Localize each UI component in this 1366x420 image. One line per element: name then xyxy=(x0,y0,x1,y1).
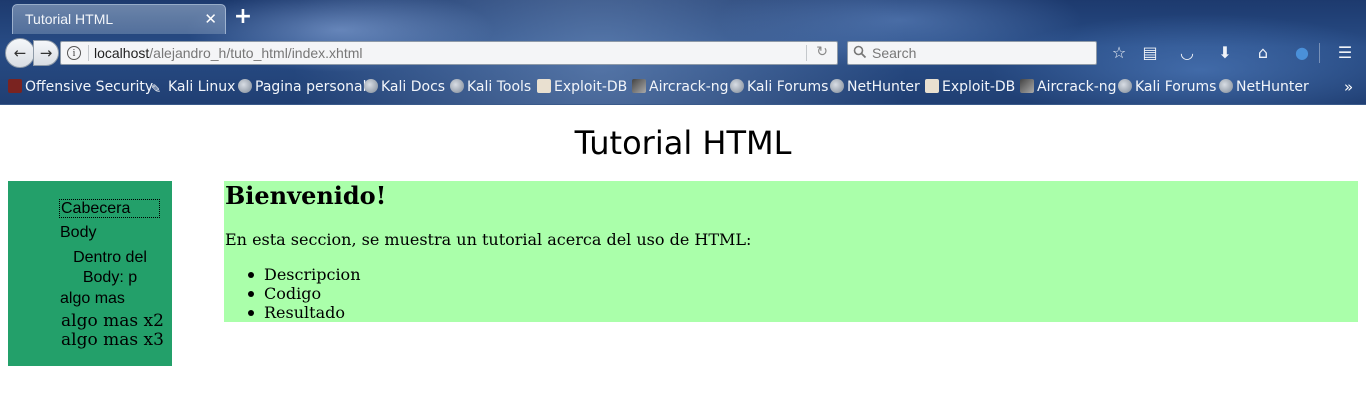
list-item: Codigo xyxy=(248,284,361,303)
bookmark-offensive-security[interactable]: Offensive Security xyxy=(8,79,153,95)
globe-icon xyxy=(830,79,844,93)
globe-icon xyxy=(364,79,378,93)
reload-icon[interactable]: ↻ xyxy=(816,44,828,60)
bookmarks-bar: Offensive Security ✎ Kali Linux Pagina pe… xyxy=(0,76,1366,100)
bookmark-kali-docs[interactable]: Kali Docs xyxy=(364,79,445,95)
page-title: Tutorial HTML xyxy=(574,124,792,162)
nav-bar: ← → i localhost/alejandro_h/tuto_html/in… xyxy=(0,36,1366,70)
welcome-heading: Bienvenido! xyxy=(225,181,387,210)
url-divider xyxy=(88,45,89,61)
url-text[interactable]: localhost/alejandro_h/tuto_html/index.xh… xyxy=(94,45,363,61)
sidebar-item-dentro-del-body[interactable]: Dentro del Body: p xyxy=(60,248,160,288)
close-icon[interactable]: ✕ xyxy=(204,10,217,28)
aircrack-icon xyxy=(1020,79,1034,93)
search-bar[interactable]: Search xyxy=(847,41,1097,65)
info-icon[interactable]: i xyxy=(67,46,81,60)
pocket-icon[interactable]: ◡ xyxy=(1177,43,1197,63)
sidebar-item-algo-mas-x3[interactable]: algo mas x3 xyxy=(61,330,164,350)
bookmark-exploit-db[interactable]: Exploit-DB xyxy=(537,79,627,95)
topics-list: Descripcion Codigo Resultado xyxy=(248,265,361,322)
globe-icon xyxy=(730,79,744,93)
bookmark-nethunter[interactable]: NetHunter xyxy=(830,79,920,95)
reload-divider xyxy=(806,45,807,61)
menu-icon[interactable]: ☰ xyxy=(1335,43,1355,63)
intro-text: En esta seccion, se muestra un tutorial … xyxy=(225,230,752,249)
globe-icon xyxy=(1219,79,1233,93)
bookmark-aircrack-ng-2[interactable]: Aircrack-ng xyxy=(1020,79,1117,95)
sidebar-nav: Cabecera Body Dentro del Body: p algo ma… xyxy=(8,181,172,366)
bullet-icon xyxy=(248,310,254,316)
bookmark-aircrack-ng[interactable]: Aircrack-ng xyxy=(632,79,729,95)
globe-icon xyxy=(450,79,464,93)
account-icon[interactable]: ● xyxy=(1292,43,1312,63)
toolbar-divider xyxy=(1319,43,1320,63)
main-section: Bienvenido! En esta seccion, se muestra … xyxy=(224,181,1358,322)
download-icon[interactable]: ⬇ xyxy=(1215,43,1235,63)
plus-icon[interactable]: + xyxy=(233,4,253,29)
url-host: localhost xyxy=(94,45,150,61)
url-path: /alejandro_h/tuto_html/index.xhtml xyxy=(149,45,363,61)
forward-button[interactable]: → xyxy=(33,40,59,66)
browser-chrome: Tutorial HTML ✕ + ← → i localhost/alejan… xyxy=(0,0,1366,105)
bookmark-kali-forums-2[interactable]: Kali Forums xyxy=(1118,79,1216,95)
url-bar[interactable]: i localhost/alejandro_h/tuto_html/index.… xyxy=(60,41,838,65)
sidebar-item-algo-mas-x2[interactable]: algo mas x2 xyxy=(61,311,164,331)
search-icon xyxy=(853,45,867,59)
search-placeholder: Search xyxy=(872,45,917,61)
sidebar-item-algo-mas[interactable]: algo mas xyxy=(60,290,125,308)
tab-title: Tutorial HTML xyxy=(25,11,114,27)
back-button[interactable]: ← xyxy=(5,38,35,68)
active-tab[interactable]: Tutorial HTML ✕ xyxy=(12,4,226,34)
bookmark-pagina-personal[interactable]: Pagina personal xyxy=(238,79,367,95)
globe-icon xyxy=(1118,79,1132,93)
chevron-right-icon[interactable]: » xyxy=(1344,78,1353,96)
sidebar-item-cabecera[interactable]: Cabecera xyxy=(59,199,160,218)
bookmark-kali-linux[interactable]: ✎ Kali Linux xyxy=(151,79,235,96)
sidebar-item-body[interactable]: Body xyxy=(60,224,96,242)
list-item: Descripcion xyxy=(248,265,361,284)
bullet-icon xyxy=(248,291,254,297)
offsec-icon xyxy=(8,79,22,93)
aircrack-icon xyxy=(632,79,646,93)
star-icon[interactable]: ☆ xyxy=(1109,43,1129,63)
reader-icon[interactable]: ▤ xyxy=(1140,43,1160,63)
list-item: Resultado xyxy=(248,303,361,322)
tab-strip: Tutorial HTML ✕ + xyxy=(0,0,1366,36)
exploitdb-icon xyxy=(537,79,551,93)
home-icon[interactable]: ⌂ xyxy=(1253,43,1273,63)
exploitdb-icon xyxy=(925,79,939,93)
bookmark-exploit-db-2[interactable]: Exploit-DB xyxy=(925,79,1015,95)
globe-icon xyxy=(238,79,252,93)
bookmark-nethunter-2[interactable]: NetHunter xyxy=(1219,79,1309,95)
kali-icon: ✎ xyxy=(151,82,162,96)
bullet-icon xyxy=(248,272,254,278)
bookmark-kali-forums[interactable]: Kali Forums xyxy=(730,79,828,95)
bookmark-kali-tools[interactable]: Kali Tools xyxy=(450,79,531,95)
